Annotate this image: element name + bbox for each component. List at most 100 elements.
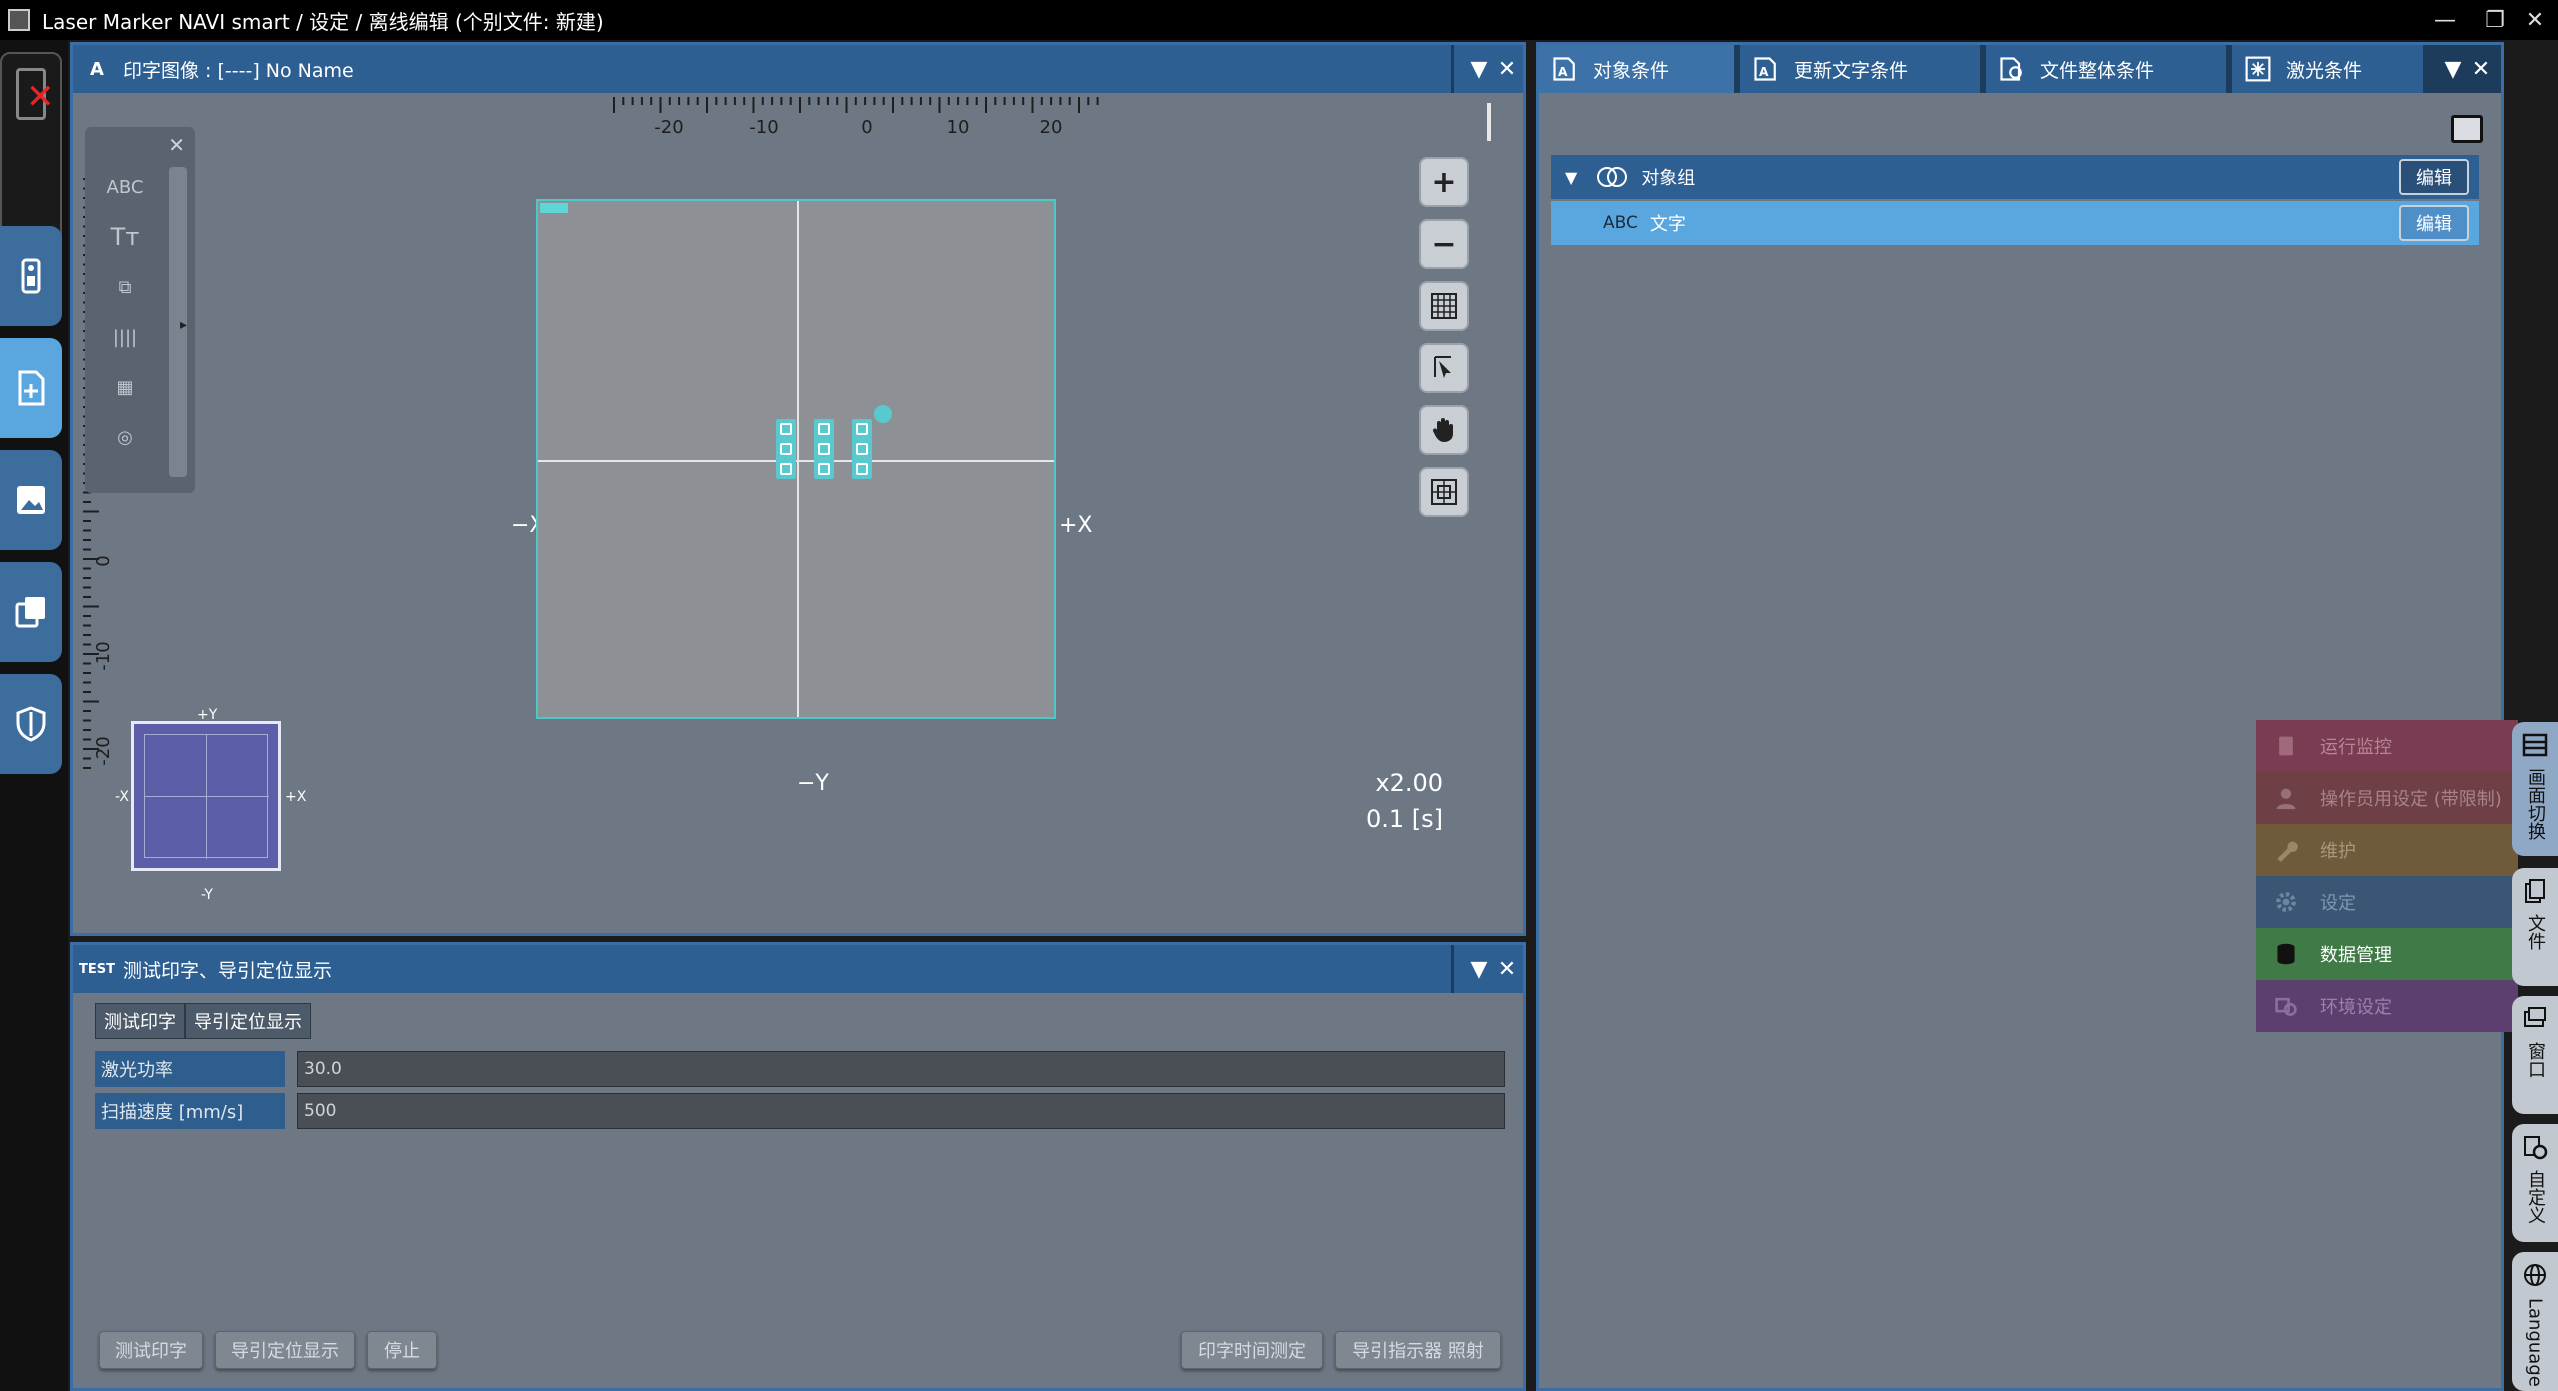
tab-guide-display[interactable]: 导引定位显示 — [185, 1003, 311, 1039]
right-rail-label: Language — [2524, 1298, 2546, 1387]
menu-item-operation-monitor[interactable]: 运行监控 — [2256, 720, 2518, 772]
right-rail-file[interactable]: 文件 — [2512, 868, 2558, 986]
guide-display-button[interactable]: 导引定位显示 — [215, 1331, 355, 1369]
edit-group-button[interactable]: 编辑 — [2399, 159, 2469, 195]
tab-object-conditions[interactable]: A 对象条件 — [1539, 45, 1737, 93]
select-tool-button[interactable] — [1419, 343, 1469, 393]
select-icon — [1434, 356, 1451, 378]
zoom-in-button[interactable]: + — [1419, 157, 1469, 207]
window-title: Laser Marker NAVI smart / 设定 / 离线编辑 (个别文… — [42, 9, 604, 34]
stop-button[interactable]: 停止 — [367, 1331, 437, 1369]
lock-status-indicator[interactable]: ✕ — [0, 52, 62, 252]
menu-item-operator-settings[interactable]: 操作员用设定 (带限制) — [2256, 772, 2518, 824]
menu-item-maintenance[interactable]: 维护 — [2256, 824, 2518, 876]
globe-icon — [2524, 1264, 2546, 1286]
selection-handle-left[interactable] — [776, 419, 796, 479]
marking-field[interactable] — [536, 199, 1056, 719]
test-icon: TEST — [79, 961, 115, 977]
close-window-button[interactable]: ✕ — [2510, 0, 2558, 40]
canvas-scroll-indicator[interactable] — [1487, 103, 1491, 141]
canvas-panel-header: A 印字图像 : [----] No Name ▼ ✕ — [73, 45, 1523, 93]
guide-pointer-button[interactable]: 导引指示器 照射 — [1335, 1331, 1501, 1369]
panel-close-button[interactable]: ✕ — [1483, 945, 1531, 993]
minimize-button[interactable]: — — [2420, 0, 2470, 40]
remote-control-button[interactable] — [0, 226, 62, 326]
shield-button[interactable] — [0, 674, 62, 774]
ruler-tick-label: 0 — [93, 555, 114, 566]
selection-handle-center[interactable] — [814, 419, 834, 479]
right-rail-label: 文件 — [2525, 914, 2546, 950]
x-mark-icon: ✕ — [26, 77, 55, 117]
tree-row-text[interactable]: ABC 文字 编辑 — [1551, 201, 2479, 245]
menu-item-data-management[interactable]: 数据管理 — [2256, 928, 2518, 980]
shield-icon — [16, 706, 46, 742]
new-file-button[interactable] — [0, 338, 62, 438]
new-file-icon — [18, 370, 45, 406]
field-origin-marker — [540, 203, 568, 213]
palette-barcode-tool[interactable]: |||| — [105, 319, 145, 355]
tab-update-text-conditions[interactable]: A 更新文字条件 — [1740, 45, 1983, 93]
scan-speed-field[interactable]: 500 — [297, 1093, 1505, 1129]
palette-expand-icon[interactable]: ▸ — [180, 317, 187, 333]
top-ruler: -20 -10 0 10 20 — [613, 97, 1099, 138]
palette-shape-tool[interactable]: ⧉ — [105, 269, 145, 305]
minimap[interactable] — [131, 721, 281, 871]
palette-2d-code-tool[interactable]: ▦ — [105, 369, 145, 405]
hand-icon — [1432, 418, 1453, 442]
ruler-tick-label: -10 — [749, 117, 778, 138]
menu-item-label: 环境设定 — [2320, 997, 2392, 1018]
edit-text-button[interactable]: 编辑 — [2399, 205, 2469, 241]
user-icon — [2272, 784, 2300, 812]
measure-time-button[interactable]: 印字时间测定 — [1181, 1331, 1323, 1369]
menu-item-environment-settings[interactable]: 环境设定 — [2256, 980, 2518, 1032]
axis-label-minus-y: −Y — [797, 771, 829, 796]
minimap-x-axis — [144, 796, 269, 797]
zoom-out-button[interactable]: − — [1419, 219, 1469, 269]
file-settings-icon — [1996, 53, 2028, 85]
list-view-icon[interactable] — [2451, 115, 2483, 143]
palette-group-tool[interactable]: ◎ — [105, 419, 145, 455]
tab-update-text-label: 更新文字条件 — [1794, 59, 1909, 82]
right-rail-customize[interactable]: 自定义 — [2512, 1124, 2558, 1242]
ruler-tick-label: 20 — [1040, 117, 1063, 138]
hand-tool-button[interactable] — [1419, 405, 1469, 455]
grid-toggle-button[interactable] — [1419, 281, 1469, 331]
layers-icon — [15, 597, 45, 628]
image-button[interactable] — [0, 450, 62, 550]
rotate-handle-icon[interactable] — [874, 405, 892, 423]
text-object-icon: ABC — [1603, 213, 1638, 233]
right-rail-screen-switch[interactable]: 画面切换 — [2512, 722, 2558, 856]
right-rail-window[interactable]: 窗口 — [2512, 996, 2558, 1114]
tab-file-conditions-label: 文件整体条件 — [2040, 59, 2155, 82]
fit-view-button[interactable] — [1419, 467, 1469, 517]
test-mark-button[interactable]: 测试印字 — [99, 1331, 203, 1369]
menu-item-settings[interactable]: 设定 — [2256, 876, 2518, 928]
right-rail-language[interactable]: Language — [2512, 1252, 2558, 1391]
ruler-tick-label: -20 — [654, 117, 683, 138]
expand-chevron-icon[interactable]: ▼ — [1565, 168, 1577, 187]
grid-icon — [1431, 293, 1457, 319]
tree-row-label: 文字 — [1649, 214, 1686, 235]
menu-item-label: 维护 — [2320, 841, 2356, 862]
title-bar: Laser Marker NAVI smart / 设定 / 离线编辑 (个别文… — [0, 0, 2558, 40]
palette-font-tool[interactable]: Tт — [105, 219, 145, 255]
laser-power-field[interactable]: 30.0 — [297, 1051, 1505, 1087]
svg-text:A: A — [1759, 65, 1769, 79]
minimap-label-plus-y: +Y — [197, 707, 218, 723]
test-panel-header: TEST 测试印字、导引定位显示 ▼ ✕ — [73, 945, 1523, 993]
tab-test-mark[interactable]: 测试印字 — [95, 1003, 185, 1039]
object-palette: ✕ ABC Tт ⧉ |||| ▦ ◎ ▸ — [85, 127, 195, 493]
tree-row-object-group[interactable]: ▼ 对象组 编辑 — [1551, 155, 2479, 199]
svg-text:A: A — [1558, 65, 1568, 79]
palette-close-button[interactable]: ✕ — [168, 133, 185, 157]
tab-file-conditions[interactable]: 文件整体条件 — [1986, 45, 2229, 93]
palette-text-tool[interactable]: ABC — [105, 169, 145, 205]
tab-laser-conditions[interactable]: 激光条件 — [2232, 45, 2426, 93]
conditions-tab-bar: A 对象条件 A 更新文字条件 文件整体条件 激光条件 ▼ ✕ — [1539, 45, 2501, 93]
panel-close-button[interactable]: ✕ — [1483, 45, 1531, 93]
selection-handle-right[interactable] — [852, 419, 872, 479]
panel-close-button[interactable]: ✕ — [2457, 45, 2505, 93]
object-condition-icon: A — [1549, 53, 1581, 85]
database-icon — [2272, 940, 2300, 968]
layers-button[interactable] — [0, 562, 62, 662]
